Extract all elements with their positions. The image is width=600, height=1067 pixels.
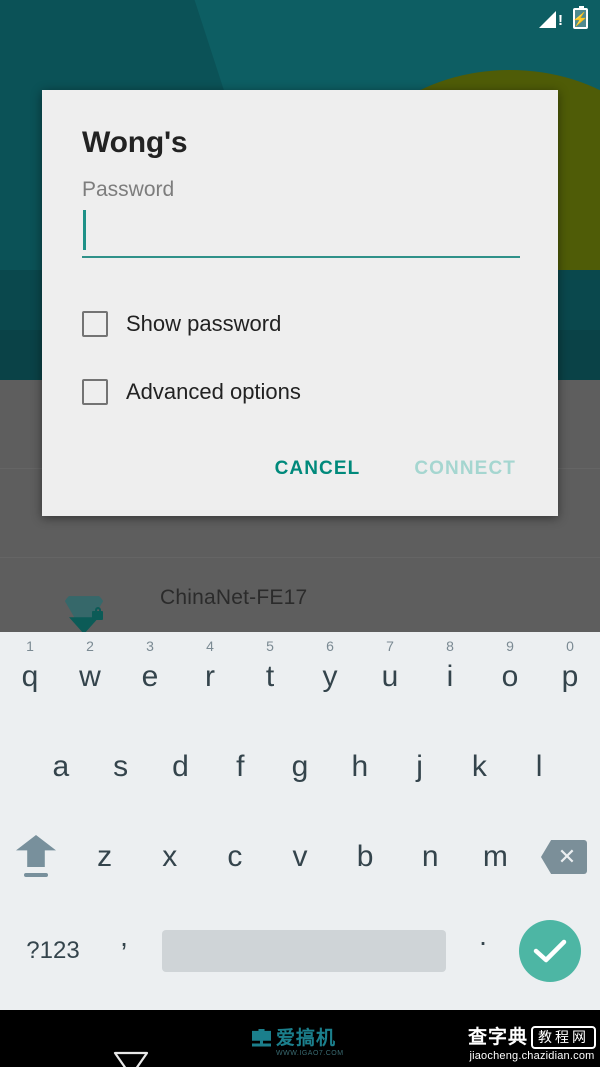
key-hint: 4 [206,638,214,654]
shift-icon [16,835,56,879]
key-u[interactable]: 7u [360,632,420,722]
key-d[interactable]: d [151,722,211,812]
key-k[interactable]: k [449,722,509,812]
key-t[interactable]: 5t [240,632,300,722]
back-triangle-icon[interactable] [112,1024,149,1067]
key-hint: 1 [26,638,34,654]
signal-warning-icon: ! [539,9,563,28]
key-q[interactable]: 1q [0,632,60,722]
key-label: u [381,660,399,693]
password-label: Password [82,178,175,201]
key-label: o [501,660,519,693]
show-password-checkbox[interactable] [82,311,108,337]
key-label: w [79,660,101,693]
key-l[interactable]: l [509,722,569,812]
key-w[interactable]: 2w [60,632,120,722]
battery-charging-icon: ⚡ [572,6,589,29]
key-h[interactable]: h [330,722,390,812]
watermark-boxed-label: 教程网 [531,1026,596,1049]
wifi-locked-icon [62,590,106,634]
dialog-actions: CANCEL CONNECT [42,438,558,516]
key-p[interactable]: 0p [540,632,600,722]
android-screen: ChinaNet-FE17 ! ⚡ Wong's Password Show p… [0,0,600,1067]
text-caret [83,210,86,250]
connect-button: CONNECT [396,448,534,490]
show-password-label: Show password [126,311,282,336]
check-icon [519,920,581,982]
igao7-logo-icon [252,1029,271,1047]
watermark-brand: 查字典 [467,1026,528,1048]
key-z[interactable]: z [72,812,137,902]
advanced-options-label: Advanced options [126,379,301,404]
watermark-igao7: 爱搞机 WWW.IGAO7.COM [252,1028,343,1057]
advanced-options-checkbox[interactable] [82,379,108,405]
dialog-title: Wong's [82,126,188,159]
on-screen-keyboard: 1q 2w 3e 4r 5t 6y 7u 8i 9o 0p a s d f g … [0,632,600,1010]
wifi-network-name: ChinaNet-FE17 [160,586,308,609]
enter-key[interactable] [514,920,586,982]
key-label: e [141,660,159,693]
symbols-key[interactable]: ?123 [14,937,92,965]
key-a[interactable]: a [31,722,91,812]
key-c[interactable]: c [202,812,267,902]
key-g[interactable]: g [270,722,330,812]
advanced-options-checkbox-row[interactable]: Advanced options [82,370,518,414]
key-b[interactable]: b [333,812,398,902]
key-label: t [265,660,275,693]
keyboard-row-2: a s d f g h j k l [0,722,600,812]
key-m[interactable]: m [463,812,528,902]
cancel-button[interactable]: CANCEL [257,448,379,490]
watermark-text: 爱搞机 [276,1028,337,1049]
key-label: q [21,660,39,693]
key-x[interactable]: x [137,812,202,902]
keyboard-row-4: ?123 , . [0,902,600,1000]
key-hint: 8 [446,638,454,654]
status-bar: ! ⚡ [0,0,600,34]
key-y[interactable]: 6y [300,632,360,722]
key-label: y [322,660,338,693]
comma-key[interactable]: , [92,921,156,981]
key-j[interactable]: j [390,722,450,812]
space-key[interactable] [162,930,446,972]
key-f[interactable]: f [210,722,270,812]
watermark-brand-line: 查字典 教程网 [468,1026,596,1049]
key-e[interactable]: 3e [120,632,180,722]
shift-key[interactable] [0,812,72,902]
key-label: r [205,660,215,693]
key-label: i [446,660,454,693]
watermark-subtext: WWW.IGAO7.COM [276,1050,344,1057]
key-hint: 2 [86,638,94,654]
password-field-group: Password [42,160,558,258]
key-r[interactable]: 4r [180,632,240,722]
period-key[interactable]: . [452,920,514,982]
status-bar-icons: ! ⚡ [539,6,589,29]
key-hint: 6 [326,638,334,654]
key-hint: 5 [266,638,274,654]
key-hint: 7 [386,638,394,654]
backspace-icon: ✕ [540,840,587,874]
key-n[interactable]: n [398,812,463,902]
wifi-password-dialog: Wong's Password Show password Advanced o… [42,90,558,516]
key-hint: 9 [506,638,514,654]
key-i[interactable]: 8i [420,632,480,722]
key-o[interactable]: 9o [480,632,540,722]
key-label: p [561,660,579,693]
keyboard-row-3: z x c v b n m ✕ [0,812,600,902]
key-hint: 3 [146,638,154,654]
watermark-url: jiaocheng.chazidian.com [469,1049,595,1062]
keyboard-row-1: 1q 2w 3e 4r 5t 6y 7u 8i 9o 0p [0,632,600,722]
key-v[interactable]: v [267,812,332,902]
dialog-options: Show password Advanced options [42,258,558,414]
bolt-glyph: ⚡ [572,11,589,26]
key-hint: 0 [566,638,574,654]
key-s[interactable]: s [91,722,151,812]
show-password-checkbox-row[interactable]: Show password [82,302,518,346]
backspace-key[interactable]: ✕ [528,812,600,902]
password-input[interactable] [82,204,520,258]
watermark-chazidian: 查字典 教程网 jiaocheng.chazidian.com [468,1026,596,1062]
